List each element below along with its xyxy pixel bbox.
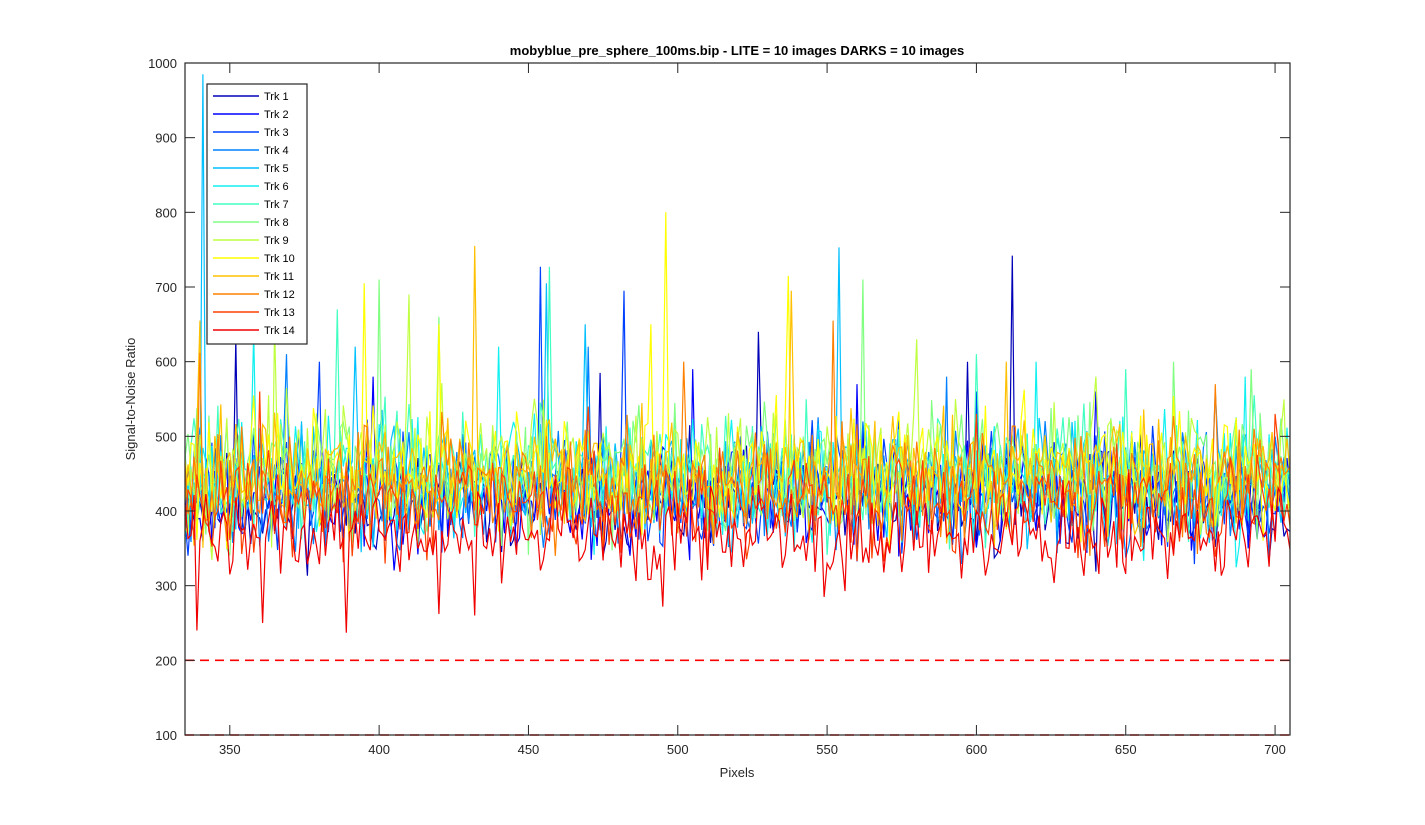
x-tick-label: 700	[1264, 742, 1286, 757]
legend-label: Trk 13	[264, 307, 295, 319]
y-tick-label: 800	[155, 205, 177, 220]
legend-label: Trk 4	[264, 145, 289, 157]
y-axis-label: Signal-to-Noise Ratio	[123, 338, 138, 461]
y-tick-label: 600	[155, 355, 177, 370]
chart-title: mobyblue_pre_sphere_100ms.bip - LITE = 1…	[510, 43, 964, 58]
legend-label: Trk 2	[264, 109, 289, 121]
y-tick-label: 900	[155, 131, 177, 146]
y-tick-label: 400	[155, 504, 177, 519]
y-tick-label: 700	[155, 280, 177, 295]
y-tick-label: 300	[155, 579, 177, 594]
x-tick-label: 550	[816, 742, 838, 757]
chart-figure: mobyblue_pre_sphere_100ms.bip - LITE = 1…	[0, 0, 1425, 825]
plot-area	[185, 63, 1290, 735]
legend-label: Trk 3	[264, 127, 289, 139]
x-tick-label: 650	[1115, 742, 1137, 757]
legend-label: Trk 14	[264, 325, 295, 337]
legend-label: Trk 12	[264, 289, 295, 301]
x-axis-label: Pixels	[720, 765, 755, 780]
x-tick-label: 350	[219, 742, 241, 757]
y-tick-label: 100	[155, 728, 177, 743]
x-tick-label: 400	[368, 742, 390, 757]
legend-label: Trk 10	[264, 253, 295, 265]
legend-label: Trk 6	[264, 181, 289, 193]
x-tick-label: 600	[966, 742, 988, 757]
y-tick-label: 200	[155, 653, 177, 668]
legend-label: Trk 7	[264, 199, 289, 211]
y-tick-label: 500	[155, 429, 177, 444]
legend[interactable]: Trk 1 Trk 2 Trk 3 Trk 4 Trk 5 Trk 6 Trk 7 Trk 8…	[206, 83, 308, 345]
legend-label: Trk 11	[264, 271, 294, 283]
x-tick-label: 450	[518, 742, 540, 757]
legend-box	[206, 83, 308, 345]
legend-label: Trk 9	[264, 235, 289, 247]
legend-label: Trk 1	[264, 91, 289, 103]
y-tick-label: 1000	[148, 56, 177, 71]
legend-label: Trk 8	[264, 217, 289, 229]
legend-label: Trk 5	[264, 163, 289, 175]
x-tick-label: 500	[667, 742, 689, 757]
